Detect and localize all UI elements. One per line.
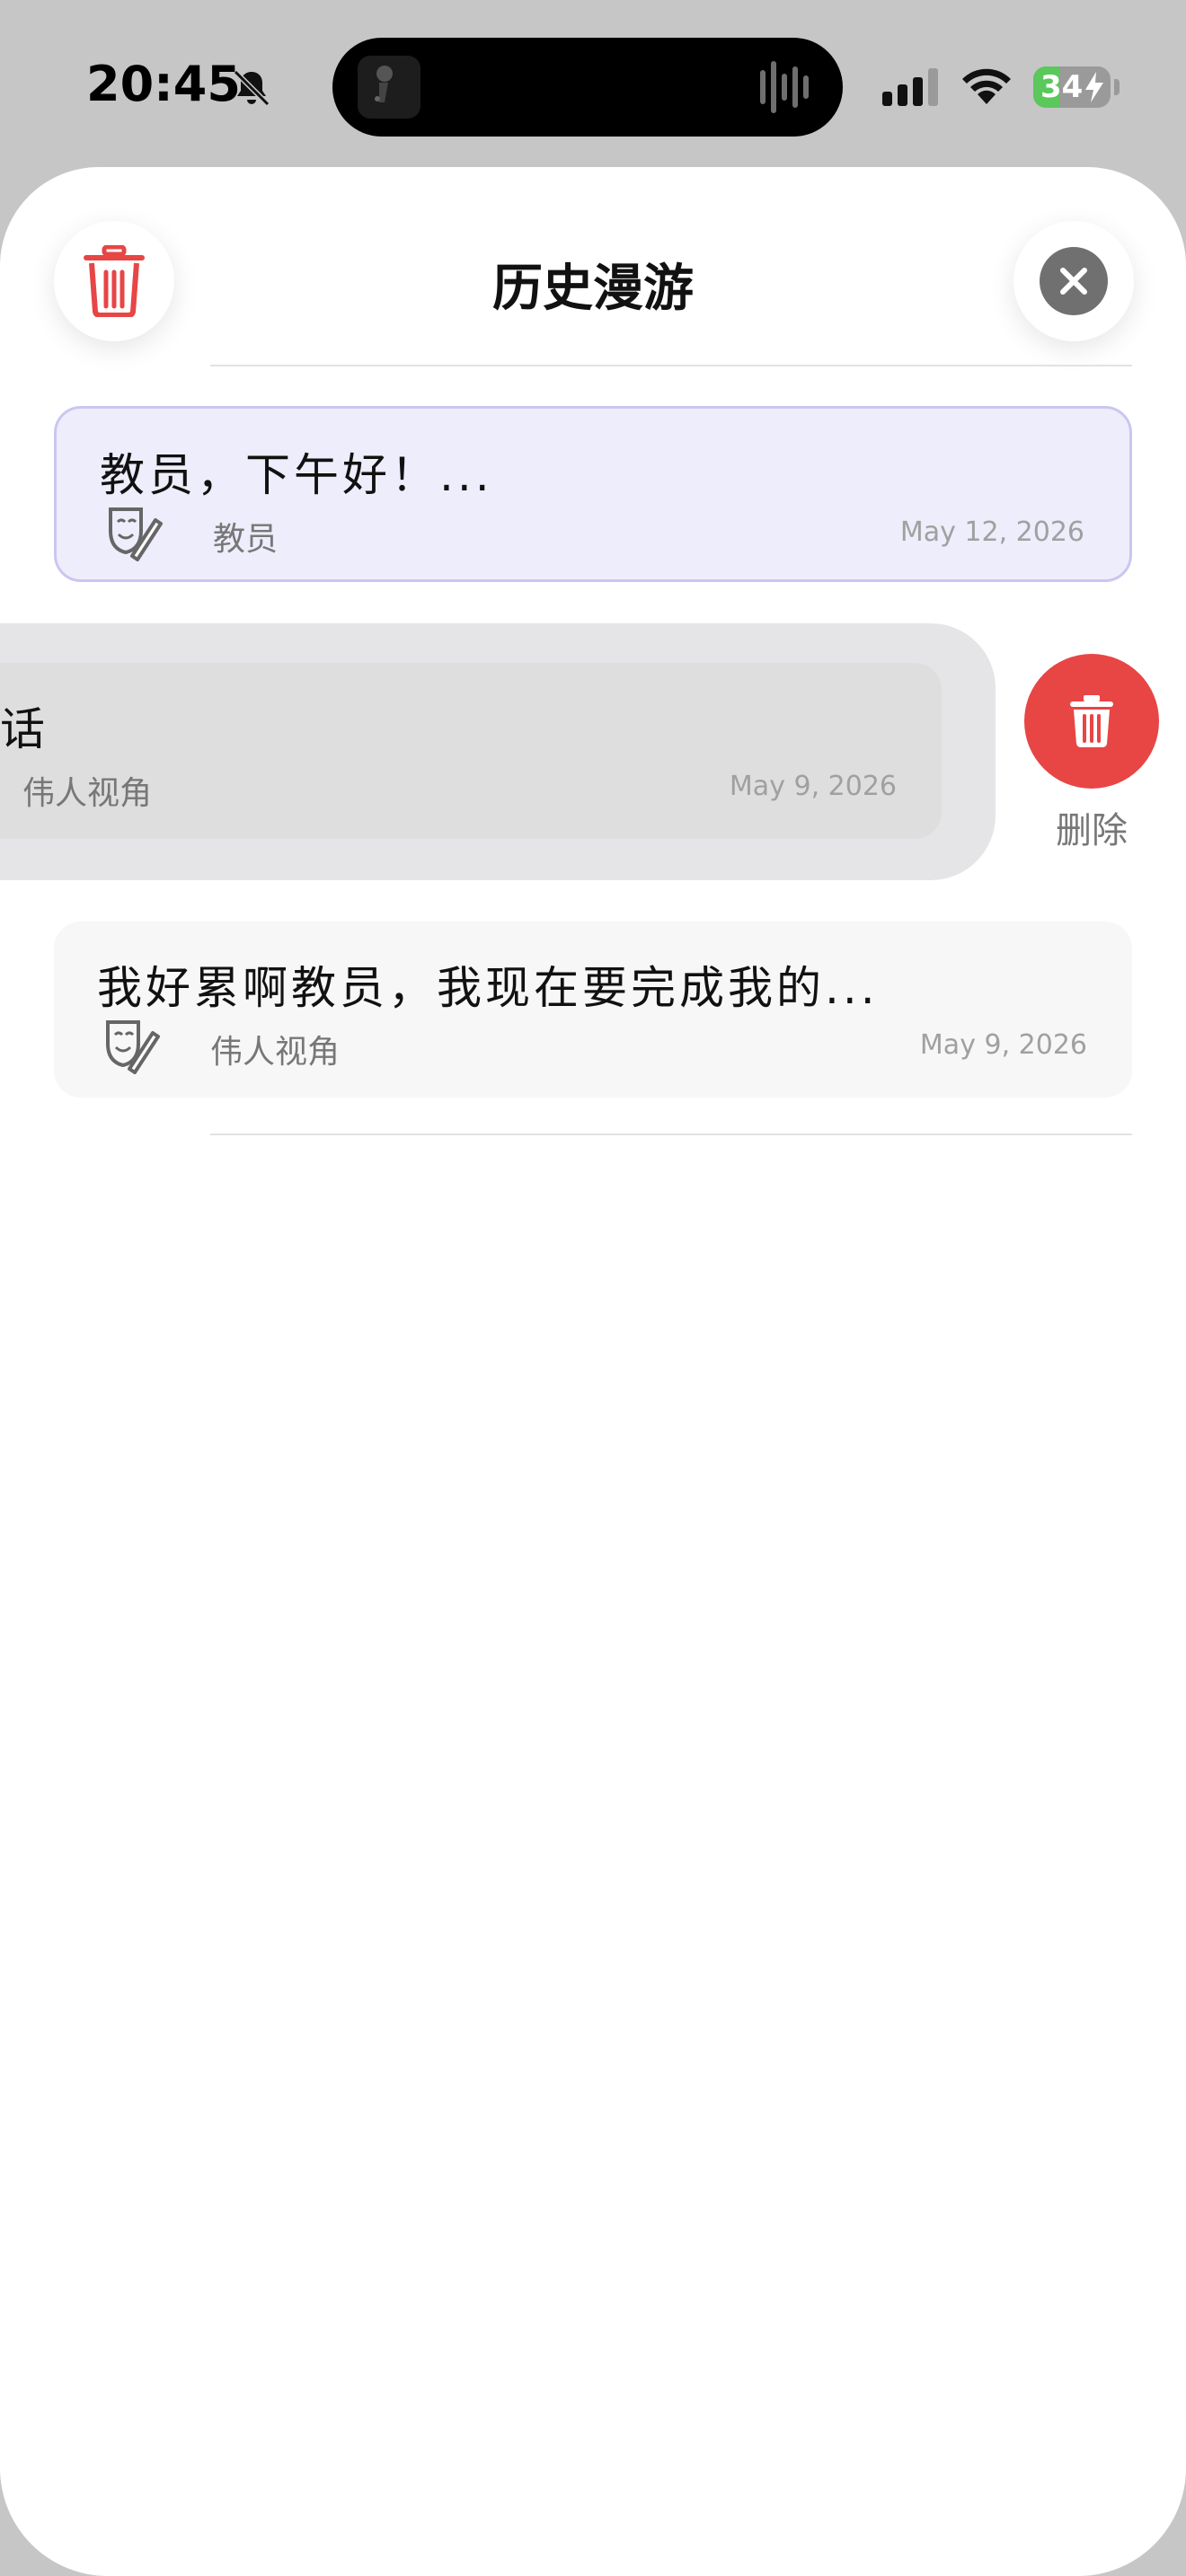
wifi-icon — [962, 68, 1011, 104]
history-item[interactable]: 我好累啊教员，我现在要完成我的... 伟人视角 May 9, 2026 — [54, 922, 1132, 1098]
battery-nub — [1114, 79, 1120, 95]
charging-bolt-icon — [1085, 72, 1103, 102]
audio-waveform-icon — [760, 61, 809, 113]
history-item-date: May 9, 2026 — [919, 1029, 1087, 1061]
status-bar: 20:45 34 — [0, 0, 1186, 171]
history-sheet: 历史漫游 教员，下午好！... 教员 May 12, 2026 话 伟人视角 M… — [0, 167, 1186, 2576]
delete-button[interactable] — [1024, 654, 1159, 789]
trash-icon — [1070, 695, 1113, 747]
history-item-date: May 9, 2026 — [729, 771, 897, 802]
cellular-signal-icon — [882, 68, 938, 106]
delete-label: 删除 — [1056, 810, 1128, 851]
bell-slash-icon — [233, 69, 270, 107]
history-item-role: 伟人视角 — [210, 1034, 341, 1071]
history-item-title: 教员，下午好！... — [100, 449, 493, 501]
history-item-title: 我好累啊教员，我现在要完成我的... — [97, 962, 879, 1014]
battery-indicator: 34 — [1033, 66, 1111, 108]
divider-top — [210, 365, 1132, 366]
close-button[interactable] — [1013, 221, 1134, 341]
divider-bottom — [210, 1134, 1132, 1135]
history-item-role: 伟人视角 — [22, 775, 153, 812]
now-playing-artwork — [358, 56, 420, 119]
dynamic-island[interactable] — [332, 38, 843, 137]
page-title: 历史漫游 — [492, 260, 694, 318]
history-item-title: 话 — [0, 703, 49, 755]
theater-masks-icon — [106, 1020, 160, 1074]
theater-masks-icon — [109, 507, 163, 561]
status-time: 20:45 — [86, 56, 241, 112]
history-item-role: 教员 — [213, 521, 279, 558]
history-item-date: May 12, 2026 — [899, 516, 1084, 548]
history-item[interactable]: 教员，下午好！... 教员 May 12, 2026 — [54, 406, 1132, 582]
history-item-swiped[interactable]: 话 伟人视角 May 9, 2026 — [0, 663, 942, 839]
close-icon — [1040, 247, 1108, 315]
